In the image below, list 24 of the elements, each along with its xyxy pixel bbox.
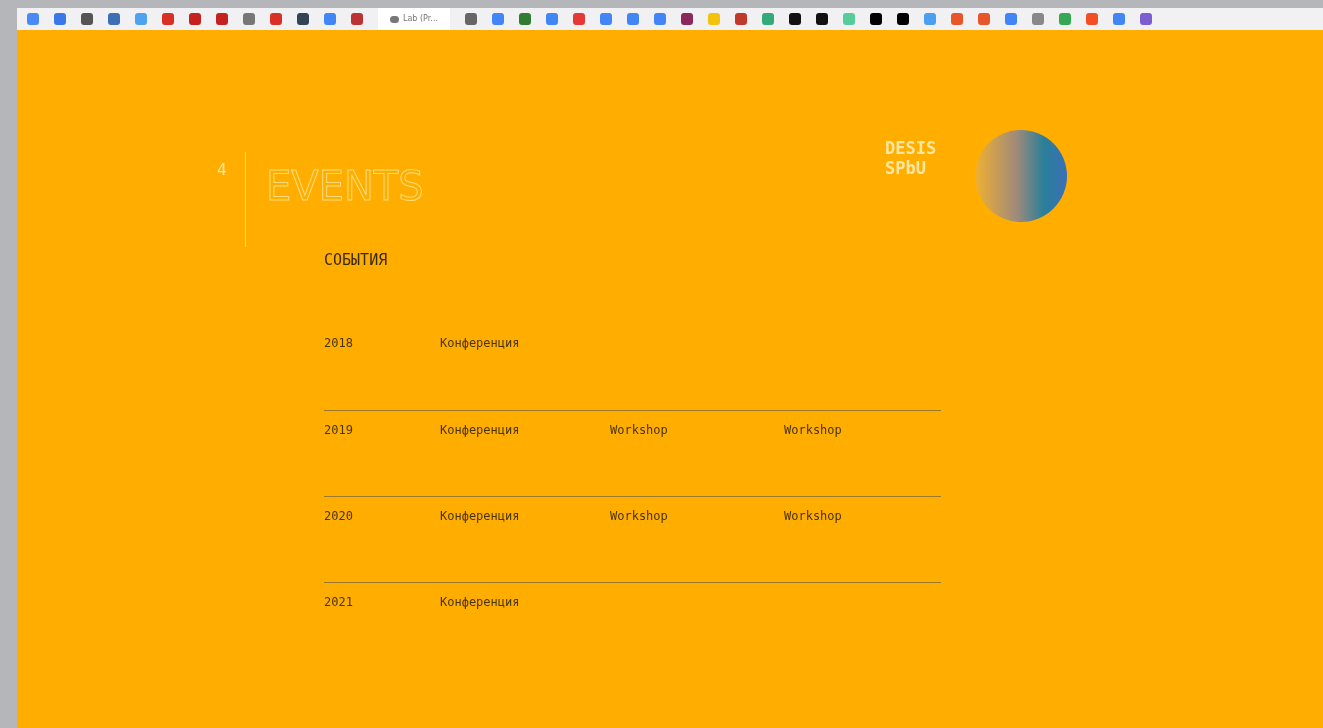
event-label: Конференция <box>440 421 521 439</box>
bookmark-item[interactable]: Lab (Pr... <box>378 8 450 30</box>
bookmark-favicon-icon[interactable] <box>869 13 882 25</box>
event-label: Workshop <box>610 421 669 439</box>
section-subtitle: СОБЫТИЯ <box>324 250 389 271</box>
bookmark-favicon-icon[interactable] <box>788 13 801 25</box>
logo-text: DESIS <box>885 138 937 158</box>
event-label: Конференция <box>440 593 521 611</box>
bookmark-favicon-icon[interactable] <box>896 13 909 25</box>
year-label: 2018 <box>324 334 354 352</box>
event-label: Конференция <box>440 334 521 352</box>
event-label: Workshop <box>784 421 843 439</box>
bookmark-favicon-icon[interactable] <box>815 13 828 25</box>
year-label: 2019 <box>324 421 354 439</box>
year-label: 2020 <box>324 507 354 525</box>
event-label: Workshop <box>610 507 669 525</box>
logo-text: SPbU <box>885 158 927 178</box>
year-label: 2021 <box>324 593 354 611</box>
section-title: EVENTS <box>266 166 424 206</box>
section-number: 4 <box>217 159 228 181</box>
bookmark-favicon-icon[interactable] <box>297 13 309 25</box>
bookmark-favicon-icon[interactable] <box>680 13 693 25</box>
event-label: Конференция <box>440 507 521 525</box>
event-label: Workshop <box>784 507 843 525</box>
